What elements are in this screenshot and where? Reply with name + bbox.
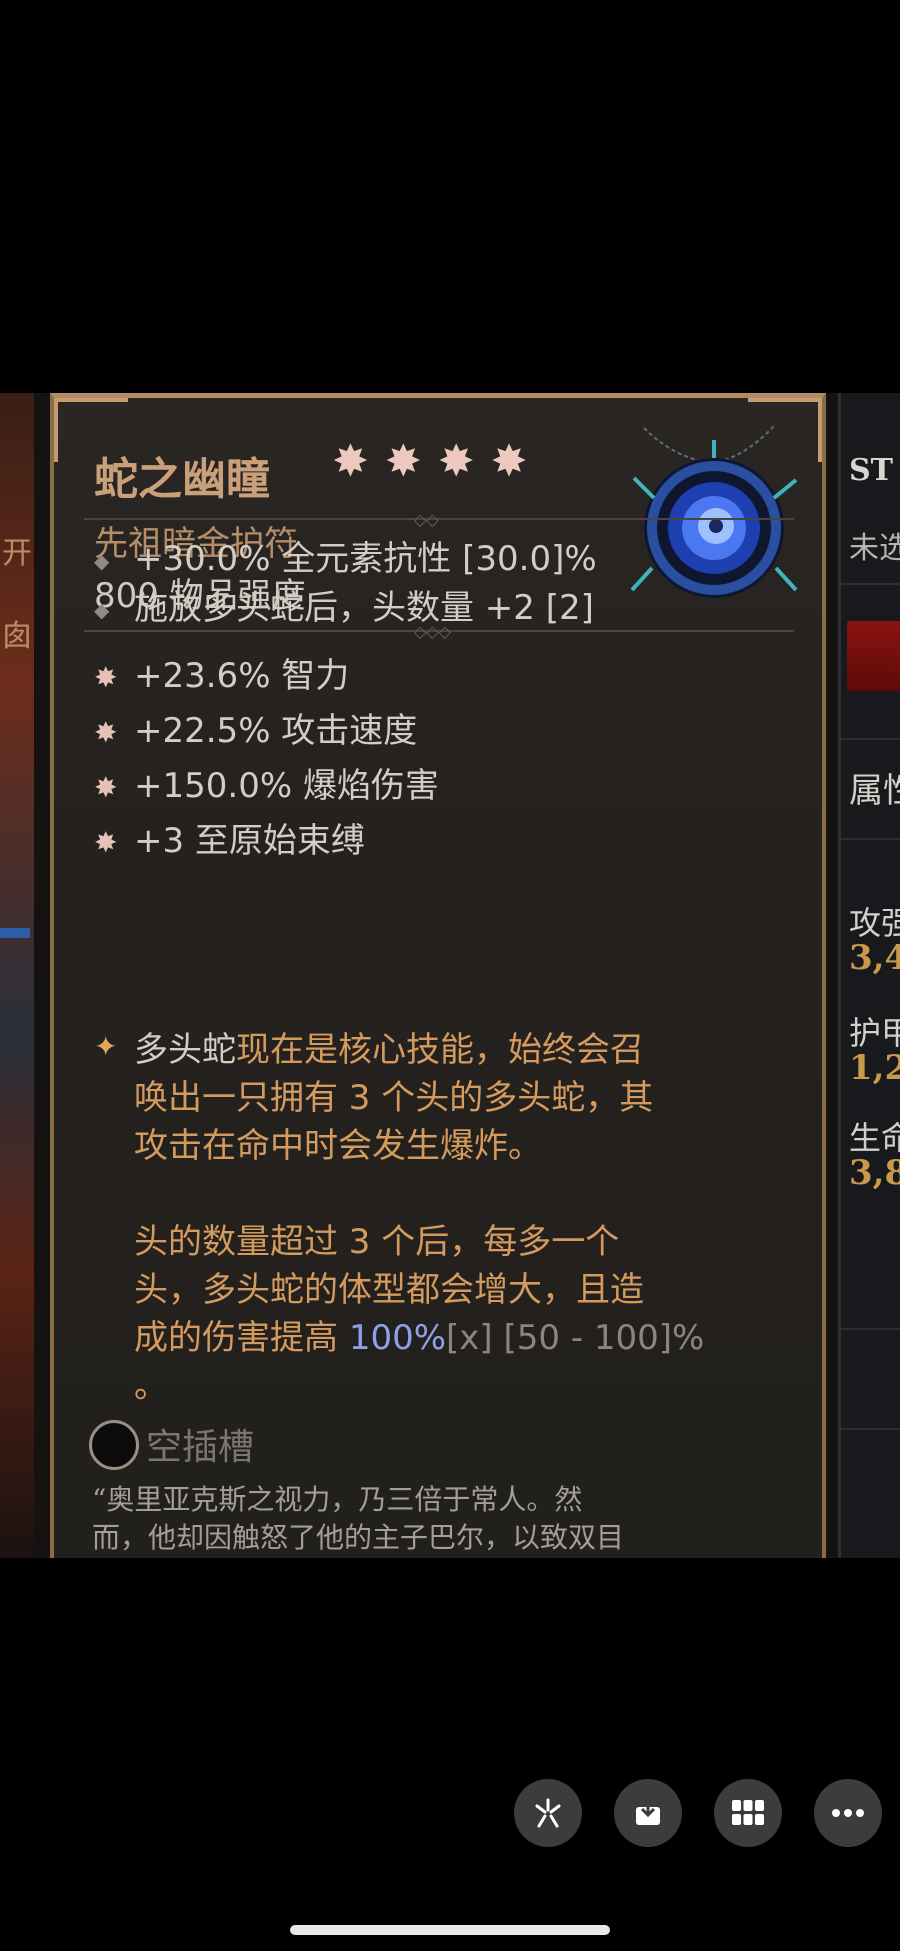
legendary-bullet-icon: ✦ — [94, 1030, 118, 1063]
legendary-text: 现在是核心技能，始终会召 — [236, 1030, 644, 1070]
divider-1: ◇◇ — [84, 510, 794, 529]
panel-divider — [841, 1328, 900, 1330]
game-screenshot: 开 囱 蛇之幽瞳 ✸✸✸✸ 先祖暗金护符 800 物品强度 ◇◇ ◆ +30.0%… — [0, 393, 900, 1558]
item-tooltip: 蛇之幽瞳 ✸✸✸✸ 先祖暗金护符 800 物品强度 ◇◇ ◆ +30.0% 全元素… — [50, 393, 826, 1558]
attack-power-value: 3,4 — [849, 938, 900, 978]
implicit-text: 施放多头蛇后，头数量 +2 [2] — [134, 588, 594, 628]
affix-row: ✸ +3 至原始束缚 — [94, 813, 365, 862]
legendary-text: 成的伤害提高 — [134, 1318, 349, 1358]
attributes-tab[interactable]: 属性 — [849, 763, 900, 812]
amulet-icon — [630, 425, 798, 598]
divider-gem: ◇◇ — [414, 510, 439, 529]
legendary-value: 100% — [348, 1318, 447, 1358]
affix-text: +23.6% 智力 — [134, 656, 350, 696]
save-icon[interactable] — [614, 1779, 682, 1847]
greater-affix-star-icon: ✸ — [94, 826, 118, 859]
left-fragment-2: 囱 — [2, 619, 32, 654]
empty-socket-icon — [89, 1420, 139, 1470]
panel-divider — [841, 583, 900, 585]
greater-affix-star-icon: ✸ — [94, 771, 118, 804]
affix-row: ✸ +23.6% 智力 — [94, 648, 349, 697]
panel-header: ST — [849, 453, 893, 488]
edit-icon[interactable] — [514, 1779, 582, 1847]
implicit-text: +30.0% 全元素抗性 [30.0]% — [134, 539, 597, 579]
flavor-line: 而，他却因触怒了他的主子巴尔，以致双目 — [92, 1521, 625, 1554]
diamond-bullet-icon: ◆ — [94, 548, 110, 573]
left-fragment-1: 开 — [2, 536, 32, 571]
more-icon[interactable] — [814, 1779, 882, 1847]
legendary-text: 头的数量超过 3 个后，每多一个 — [134, 1222, 620, 1262]
flavor-line: “奥里亚克斯之视力，乃三倍于常人。然 — [92, 1483, 583, 1516]
affix-row: ✸ +150.0% 爆焰伤害 — [94, 758, 439, 807]
legendary-text: 。 — [134, 1366, 168, 1406]
legendary-text: 头，多头蛇的体型都会增大，且造 — [134, 1270, 644, 1310]
affix-text: +3 至原始束缚 — [134, 821, 365, 861]
home-indicator[interactable] — [290, 1925, 610, 1935]
flavor-text: “奥里亚克斯之视力，乃三倍于常人。然 而，他却因触怒了他的主子巴尔，以致双目 — [92, 1481, 812, 1557]
implicit-row: ◆ 施放多头蛇后，头数量 +2 [2] — [94, 580, 594, 629]
tool-icon[interactable] — [847, 621, 900, 691]
greater-affix-star-icon: ✸ — [94, 716, 118, 749]
life-value: 3,8 — [849, 1153, 900, 1193]
greater-affix-stars: ✸✸✸✸ — [332, 436, 544, 487]
greater-affix-star-icon: ✸ — [94, 661, 118, 694]
diamond-bullet-icon: ◆ — [94, 597, 110, 622]
affix-row: ✸ +22.5% 攻击速度 — [94, 703, 417, 752]
divider-2: ◇◇◇ — [84, 622, 794, 641]
legendary-text: 攻击在命中时会发生爆炸。 — [134, 1126, 542, 1166]
grid-icon[interactable] — [714, 1779, 782, 1847]
multiplier-tag: [x] — [446, 1318, 493, 1358]
photo-toolbar — [514, 1779, 882, 1847]
affix-text: +150.0% 爆焰伤害 — [134, 766, 439, 806]
left-blue-bar — [0, 928, 30, 938]
divider-gem: ◇◇◇ — [414, 622, 451, 641]
background-scene-left: 开 囱 — [0, 393, 34, 1558]
implicit-row: ◆ +30.0% 全元素抗性 [30.0]% — [94, 531, 597, 580]
armor-value: 1,2 — [849, 1048, 900, 1088]
skill-name: 多头蛇 — [134, 1030, 236, 1070]
socket-label: 空插槽 — [146, 1427, 255, 1468]
panel-divider — [841, 1428, 900, 1430]
panel-divider — [841, 838, 900, 840]
item-name: 蛇之幽瞳 — [94, 454, 270, 505]
panel-divider — [841, 738, 900, 740]
value-range: [50 - 100]% — [492, 1318, 705, 1358]
affix-text: +22.5% 攻击速度 — [134, 711, 418, 751]
character-stats-panel: ST 未选 属性 攻强 3,4 护甲 1,2 生命 3,8 — [838, 393, 900, 1558]
unselected-label: 未选 — [849, 531, 900, 566]
legendary-text: 唤出一只拥有 3 个头的多头蛇，其 — [134, 1078, 654, 1118]
legendary-power: 多头蛇现在是核心技能，始终会召 唤出一只拥有 3 个头的多头蛇，其 攻击在命中时… — [134, 1026, 774, 1410]
